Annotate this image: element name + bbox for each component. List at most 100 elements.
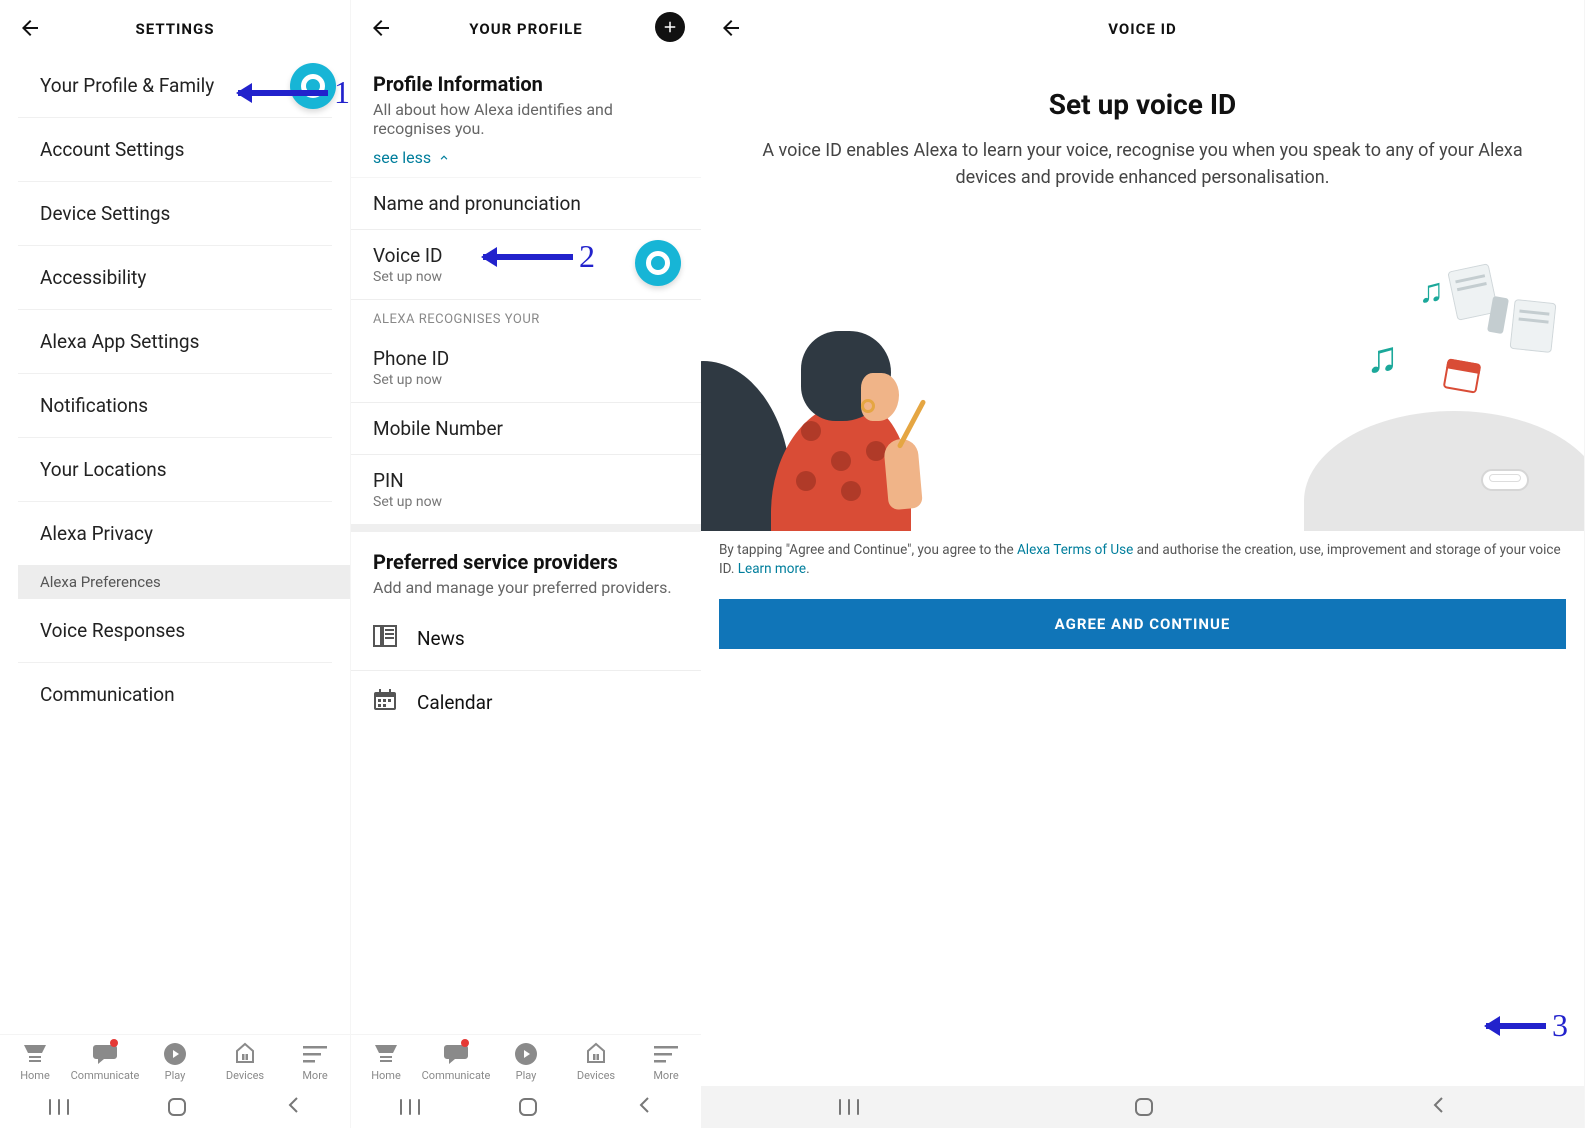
- screen-settings: SETTINGS Your Profile & Family Account S…: [0, 0, 351, 1128]
- profile-info-title: Profile Information: [373, 72, 679, 96]
- notification-dot-icon: [110, 1039, 118, 1047]
- sys-back[interactable]: [285, 1096, 301, 1118]
- nav-devices-label: Devices: [226, 1069, 264, 1082]
- nav-play-label: Play: [165, 1069, 186, 1082]
- voice-id-title: Voice ID: [373, 244, 679, 267]
- nav-communicate-label: Communicate: [422, 1069, 491, 1082]
- play-icon: [514, 1041, 538, 1067]
- echo-device-icon: [1481, 469, 1529, 491]
- nav-play[interactable]: Play: [491, 1041, 561, 1082]
- nav-home[interactable]: Home: [351, 1041, 421, 1082]
- nav-play[interactable]: Play: [140, 1041, 210, 1082]
- settings-item-locations[interactable]: Your Locations: [18, 438, 332, 502]
- nav-home-label: Home: [371, 1069, 401, 1082]
- alexa-fab[interactable]: [635, 240, 681, 286]
- sys-home[interactable]: [168, 1098, 186, 1116]
- section-header-preferences: Alexa Preferences: [18, 565, 350, 599]
- recognises-header: ALEXA RECOGNISES YOUR: [351, 300, 701, 333]
- pin-title: PIN: [373, 469, 679, 492]
- nav-more[interactable]: More: [280, 1041, 350, 1082]
- header: YOUR PROFILE: [351, 0, 701, 58]
- profile-content: Profile Information All about how Alexa …: [351, 58, 701, 1034]
- settings-item-notifications[interactable]: Notifications: [18, 374, 332, 438]
- learn-more-link[interactable]: Learn more: [738, 561, 806, 577]
- sys-home[interactable]: [519, 1098, 537, 1116]
- row-name-pronunciation[interactable]: Name and pronunciation: [351, 177, 701, 230]
- settings-item-profile-family[interactable]: Your Profile & Family: [18, 58, 332, 118]
- pref-item-voice-responses[interactable]: Voice Responses: [18, 599, 332, 663]
- nav-communicate-label: Communicate: [71, 1069, 140, 1082]
- sys-home[interactable]: [1135, 1098, 1153, 1116]
- legal-prefix: By tapping "Agree and Continue", you agr…: [719, 542, 1017, 558]
- plus-icon: [661, 18, 679, 36]
- sys-recents[interactable]: [400, 1099, 420, 1115]
- add-button[interactable]: [655, 12, 685, 42]
- news-icon: [373, 625, 399, 652]
- more-icon: [302, 1041, 328, 1067]
- pref-item-communication[interactable]: Communication: [18, 663, 332, 726]
- header: VOICE ID: [701, 0, 1584, 58]
- voiceid-title: Set up voice ID: [741, 88, 1544, 121]
- voiceid-desc: A voice ID enables Alexa to learn your v…: [741, 137, 1544, 191]
- sys-back[interactable]: [636, 1096, 652, 1118]
- row-phone-id[interactable]: Phone ID Set up now: [351, 333, 701, 403]
- row-news[interactable]: News: [351, 607, 701, 671]
- back-button[interactable]: [369, 16, 393, 40]
- nav-home-label: Home: [20, 1069, 50, 1082]
- sys-back[interactable]: [1430, 1096, 1446, 1118]
- system-nav-bar: [0, 1086, 350, 1128]
- alexa-fab[interactable]: [290, 63, 336, 109]
- voiceid-content: Set up voice ID A voice ID enables Alexa…: [701, 58, 1584, 1086]
- arrow-left-icon: [18, 16, 42, 40]
- arrow-left-icon: [719, 16, 743, 40]
- nav-more[interactable]: More: [631, 1041, 701, 1082]
- row-mobile-number[interactable]: Mobile Number: [351, 403, 701, 455]
- nav-communicate[interactable]: Communicate: [70, 1041, 140, 1082]
- name-pronunciation-label: Name and pronunciation: [373, 192, 679, 215]
- phone-id-title: Phone ID: [373, 347, 679, 370]
- sys-recents[interactable]: [839, 1099, 859, 1115]
- arrow-left-icon: [369, 16, 393, 40]
- system-nav-bar: [351, 1086, 701, 1128]
- nav-home[interactable]: Home: [0, 1041, 70, 1082]
- row-calendar[interactable]: Calendar: [351, 671, 701, 734]
- system-nav-bar: [701, 1086, 1584, 1128]
- music-note-icon: ♫: [1366, 331, 1399, 383]
- pin-sub: Set up now: [373, 494, 679, 510]
- news-label: News: [417, 627, 465, 650]
- bottom-nav: Home Communicate Play Devices More: [351, 1034, 701, 1086]
- nav-devices[interactable]: Devices: [210, 1041, 280, 1082]
- profile-info-sub: All about how Alexa identifies and recog…: [373, 100, 679, 138]
- settings-item-account[interactable]: Account Settings: [18, 118, 332, 182]
- settings-list: Your Profile & Family Account Settings D…: [0, 58, 350, 1034]
- chevron-up-icon: [437, 151, 451, 165]
- nav-devices[interactable]: Devices: [561, 1041, 631, 1082]
- devices-icon: [584, 1041, 608, 1067]
- illustration: ♫ ♫: [701, 261, 1584, 531]
- nav-more-label: More: [302, 1069, 327, 1082]
- alexa-ring-icon: [301, 74, 325, 98]
- providers-sub: Add and manage your preferred providers.: [373, 578, 679, 597]
- back-button[interactable]: [719, 16, 743, 40]
- back-button[interactable]: [18, 16, 42, 40]
- agree-continue-button[interactable]: AGREE AND CONTINUE: [719, 599, 1566, 649]
- providers-title: Preferred service providers: [373, 550, 679, 574]
- terms-link[interactable]: Alexa Terms of Use: [1017, 542, 1133, 558]
- document-icon: [1510, 299, 1557, 353]
- row-pin[interactable]: PIN Set up now: [351, 455, 701, 524]
- settings-item-device[interactable]: Device Settings: [18, 182, 332, 246]
- see-less-link[interactable]: see less: [373, 148, 451, 167]
- settings-item-privacy[interactable]: Alexa Privacy: [18, 502, 332, 565]
- screen-voice-id: VOICE ID Set up voice ID A voice ID enab…: [701, 0, 1585, 1128]
- nav-communicate[interactable]: Communicate: [421, 1041, 491, 1082]
- page-title: SETTINGS: [136, 20, 215, 38]
- settings-item-accessibility[interactable]: Accessibility: [18, 246, 332, 310]
- settings-item-app[interactable]: Alexa App Settings: [18, 310, 332, 374]
- header: SETTINGS: [0, 0, 350, 58]
- sys-recents[interactable]: [49, 1099, 69, 1115]
- section-separator: [351, 524, 701, 532]
- nav-more-label: More: [653, 1069, 678, 1082]
- mobile-number-title: Mobile Number: [373, 417, 679, 440]
- calendar-icon: [373, 689, 399, 716]
- more-icon: [653, 1041, 679, 1067]
